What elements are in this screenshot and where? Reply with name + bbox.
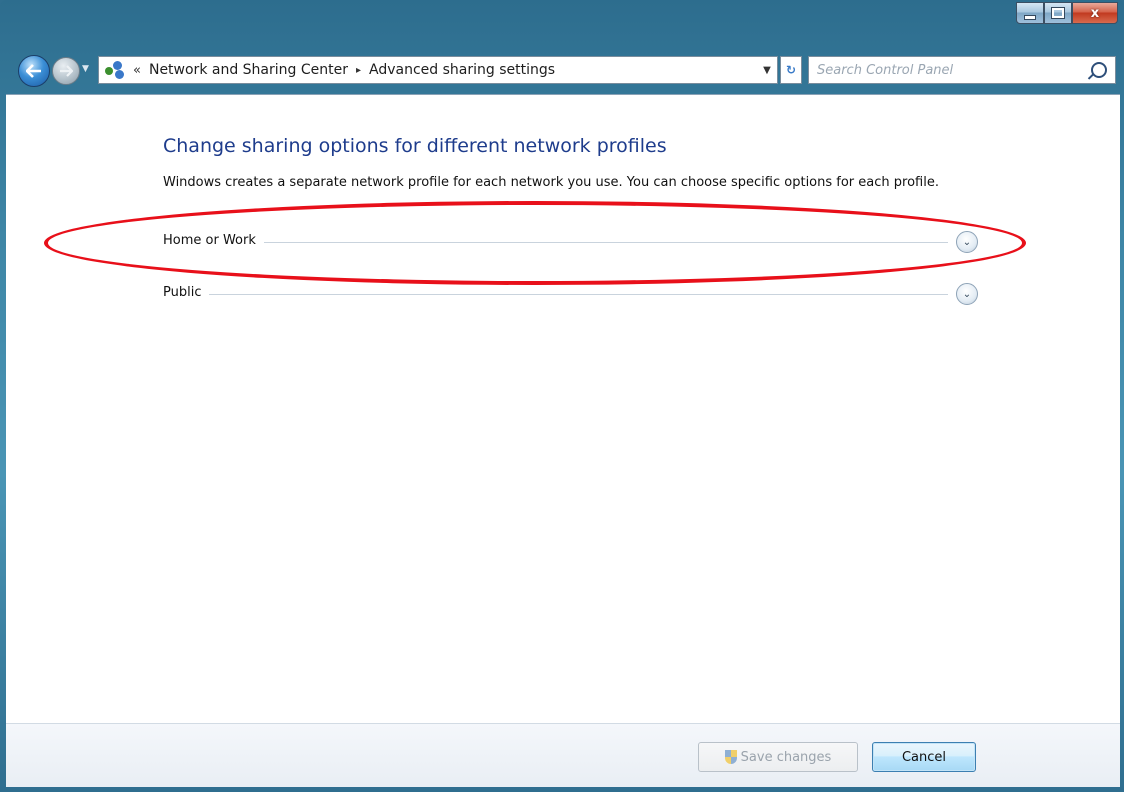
navigation-bar: ▼ « Network and Sharing Center ▸ Advance… (18, 52, 1118, 88)
search-icon[interactable] (1091, 62, 1107, 78)
save-changes-label: Save changes (740, 749, 832, 765)
save-changes-button[interactable]: Save changes (698, 742, 858, 772)
close-button[interactable]: x (1072, 2, 1118, 24)
breadcrumb-advanced-sharing-settings[interactable]: Advanced sharing settings (369, 62, 555, 78)
recent-pages-dropdown[interactable]: ▼ (82, 64, 92, 76)
network-icon (105, 61, 127, 79)
cancel-button[interactable]: Cancel (872, 742, 976, 772)
expand-public-button[interactable]: ⌄ (956, 283, 978, 305)
forward-button[interactable] (52, 57, 80, 85)
title-bar[interactable]: x (0, 0, 1124, 48)
breadcrumb-separator-icon[interactable]: ▸ (356, 65, 361, 76)
command-bar: Save changes Cancel (6, 723, 1120, 787)
maximize-button[interactable] (1044, 2, 1072, 24)
minimize-button[interactable] (1016, 2, 1044, 24)
breadcrumb-network-and-sharing-center[interactable]: Network and Sharing Center (149, 62, 348, 78)
window-frame: x ▼ « Network and Sharing Center ▸ Advan… (0, 0, 1124, 792)
close-icon: x (1090, 5, 1100, 21)
chevron-down-icon: ⌄ (962, 236, 972, 248)
back-button[interactable] (18, 55, 50, 87)
shield-icon (724, 750, 737, 764)
address-dropdown-icon[interactable]: ▼ (757, 65, 777, 76)
maximize-icon (1051, 7, 1065, 19)
profile-label: Home or Work (163, 233, 264, 248)
address-bar[interactable]: « Network and Sharing Center ▸ Advanced … (98, 56, 778, 84)
section-divider (163, 294, 948, 295)
profile-public[interactable]: Public ⌄ (163, 282, 978, 306)
main-content: Change sharing options for different net… (6, 94, 1120, 724)
arrow-right-icon (60, 65, 73, 77)
profile-label: Public (163, 285, 210, 300)
chevron-down-icon: ⌄ (962, 288, 972, 300)
expand-home-or-work-button[interactable]: ⌄ (956, 231, 978, 253)
arrow-left-icon (26, 64, 41, 78)
refresh-icon: ↻ (785, 63, 797, 77)
search-box[interactable] (808, 56, 1116, 84)
refresh-button[interactable]: ↻ (780, 56, 802, 84)
minimize-icon (1024, 14, 1036, 20)
profile-home-or-work[interactable]: Home or Work ⌄ (163, 230, 978, 254)
page-title: Change sharing options for different net… (163, 135, 667, 157)
search-input[interactable] (815, 61, 1089, 79)
section-divider (163, 242, 948, 243)
caption-buttons: x (1016, 2, 1118, 24)
page-description: Windows creates a separate network profi… (163, 175, 939, 190)
breadcrumb-overflow[interactable]: « (133, 63, 141, 78)
